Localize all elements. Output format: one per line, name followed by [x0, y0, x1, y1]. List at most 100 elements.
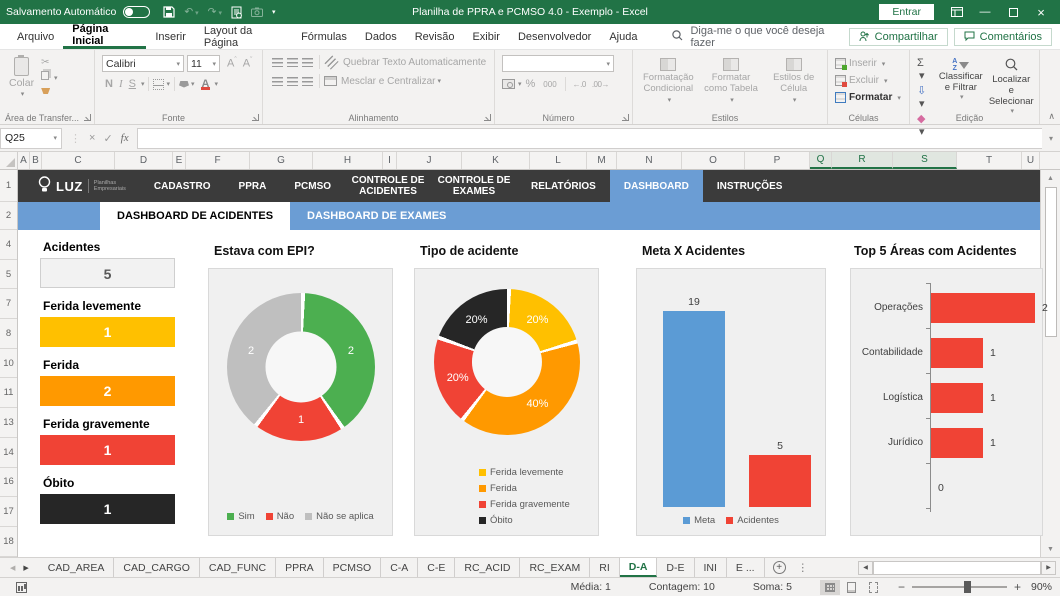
sort-filter-button[interactable]: AZ Classificar e Filtrar▾ — [938, 58, 983, 109]
normal-view-button[interactable] — [820, 580, 840, 595]
sheet-tab-cad-cargo[interactable]: CAD_CARGO — [114, 558, 200, 577]
merge-center-button[interactable]: Mesclar e Centralizar — [341, 76, 435, 87]
row-header-4[interactable]: 4 — [0, 230, 17, 260]
column-header-j[interactable]: J — [397, 152, 462, 169]
kpi-value-ferida[interactable]: 2 — [40, 376, 175, 406]
orientation-icon[interactable] — [324, 55, 338, 69]
column-header-g[interactable]: G — [250, 152, 313, 169]
expand-formula-bar-icon[interactable]: ▾ — [1042, 134, 1060, 143]
maximize-button[interactable] — [1000, 0, 1026, 24]
align-top-icon[interactable] — [272, 58, 283, 67]
sheet-tab-cad-area[interactable]: CAD_AREA — [39, 558, 115, 577]
column-header-s[interactable]: S — [893, 152, 957, 169]
grow-font-button[interactable]: Aˆ — [224, 57, 240, 70]
cut-icon[interactable]: ✂ — [41, 58, 57, 68]
column-header-n[interactable]: N — [617, 152, 682, 169]
scroll-up-icon[interactable]: ▲ — [1041, 170, 1060, 186]
column-header-q[interactable]: Q — [810, 152, 832, 169]
wrap-text-button[interactable]: Quebrar Texto Automaticamente — [343, 57, 486, 68]
ribbon-tab-dados[interactable]: Dados — [356, 24, 406, 49]
subnav-tab-dashboard-de-exames[interactable]: DASHBOARD DE EXAMES — [290, 202, 463, 230]
row-header-17[interactable]: 17 — [0, 497, 17, 527]
align-left-icon[interactable] — [272, 77, 283, 86]
sheet-tab-c-a[interactable]: C-A — [381, 558, 418, 577]
format-painter-icon[interactable] — [41, 87, 57, 97]
percent-style-button[interactable]: % — [526, 78, 536, 90]
kpi-value-ferida-levemente[interactable]: 1 — [40, 317, 175, 347]
share-button[interactable]: Compartilhar — [849, 28, 948, 46]
autosave-toggle[interactable] — [123, 6, 150, 18]
page-break-view-button[interactable] — [864, 580, 884, 595]
chart-panel-epi[interactable]: 212SimNãoNão se aplica — [208, 268, 393, 536]
column-header-b[interactable]: B — [30, 152, 42, 169]
font-dialog-launcher[interactable] — [252, 114, 259, 121]
column-header-a[interactable]: A — [18, 152, 30, 169]
row-header-8[interactable]: 8 — [0, 319, 17, 349]
comma-style-button[interactable]: 000 — [543, 80, 556, 89]
ribbon-tab-exibir[interactable]: Exibir — [463, 24, 509, 49]
collapse-ribbon-icon[interactable]: ∧ — [1048, 111, 1055, 122]
format-as-table-button[interactable]: Formatar como Tabela▾ — [703, 58, 760, 109]
column-header-k[interactable]: K — [462, 152, 530, 169]
next-sheet-icon[interactable]: ▶ — [23, 564, 28, 572]
font-color-icon[interactable]: A — [199, 78, 213, 90]
clipboard-dialog-launcher[interactable] — [84, 114, 91, 121]
prev-sheet-icon[interactable]: ◀ — [10, 564, 15, 572]
sheet-tab-d-a[interactable]: D-A — [620, 558, 658, 577]
ribbon-tab-formulas[interactable]: Fórmulas — [292, 24, 356, 49]
conditional-formatting-button[interactable]: Formatação Condicional▾ — [640, 58, 697, 109]
ribbon-tab-ajuda[interactable]: Ajuda — [600, 24, 646, 49]
underline-button[interactable]: S — [126, 78, 139, 90]
copy-icon[interactable]: ▾ — [41, 71, 57, 84]
column-header-t[interactable]: T — [957, 152, 1022, 169]
align-center-icon[interactable] — [287, 77, 298, 86]
ribbon-display-options-icon[interactable] — [944, 0, 970, 24]
nav-item-instrucoes[interactable]: INSTRUÇÕES — [703, 170, 797, 202]
row-header-5[interactable]: 5 — [0, 260, 17, 290]
fill-color-icon[interactable] — [179, 81, 189, 88]
column-header-r[interactable]: R — [832, 152, 893, 169]
kpi-value-acidentes[interactable]: 5 — [40, 258, 175, 288]
font-size-select[interactable]: 11▾ — [187, 55, 220, 72]
sheet-tab-c-e[interactable]: C-E — [418, 558, 455, 577]
horizontal-scrollbar[interactable]: ◀ ▶ — [858, 558, 1060, 577]
tabs-overflow-icon[interactable]: ⋮ — [794, 558, 813, 577]
paste-button[interactable]: Colar▾ — [9, 57, 34, 98]
row-header-2[interactable]: 2 — [0, 202, 17, 230]
ribbon-tab-arquivo[interactable]: Arquivo — [8, 24, 63, 49]
sheet-tab-rc-acid[interactable]: RC_ACID — [455, 558, 520, 577]
new-sheet-button[interactable]: + — [765, 558, 794, 577]
kpi-value-ferida-gravemente[interactable]: 1 — [40, 435, 175, 465]
align-middle-icon[interactable] — [287, 58, 298, 67]
sheet-tab-ppra[interactable]: PPRA — [276, 558, 324, 577]
number-dialog-launcher[interactable] — [622, 114, 629, 121]
row-header-10[interactable]: 10 — [0, 349, 17, 379]
column-header-e[interactable]: E — [173, 152, 186, 169]
scroll-left-icon[interactable]: ◀ — [858, 561, 873, 575]
nav-item-controle-de-exames[interactable]: CONTROLE DE EXAMES — [431, 170, 517, 202]
horizontal-scroll-track[interactable] — [873, 561, 1041, 575]
column-header-f[interactable]: F — [186, 152, 250, 169]
row-header-18[interactable]: 18 — [0, 527, 17, 557]
increase-decimal-icon[interactable]: ←.0 — [573, 80, 586, 89]
nav-item-cadastro[interactable]: CADASTRO — [140, 170, 225, 202]
close-button[interactable]: × — [1028, 0, 1054, 24]
scroll-right-icon[interactable]: ▶ — [1041, 561, 1056, 575]
nav-item-ppra[interactable]: PPRA — [225, 170, 281, 202]
nav-item-relatorios[interactable]: RELATÓRIOS — [517, 170, 610, 202]
ribbon-tab-layout-da-pagina[interactable]: Layout da Página — [195, 24, 292, 49]
borders-icon[interactable] — [153, 79, 164, 90]
chart-panel-meta-acidentes[interactable]: 195MetaAcidentes — [636, 268, 826, 536]
column-header-p[interactable]: P — [745, 152, 810, 169]
chart-panel-tipo-acidente[interactable]: 20%40%20%20%Ferida levementeFeridaFerida… — [414, 268, 599, 536]
autosum-icon[interactable]: Σ ▾ — [917, 57, 933, 83]
minimize-button[interactable]: — — [972, 0, 998, 24]
comments-button[interactable]: Comentários — [954, 28, 1052, 46]
decrease-decimal-icon[interactable]: .00→ — [592, 80, 609, 89]
row-header-13[interactable]: 13 — [0, 408, 17, 438]
subnav-tab-dashboard-de-acidentes[interactable]: DASHBOARD DE ACIDENTES — [100, 202, 290, 230]
tell-me-search[interactable]: Diga-me o que você deseja fazer — [672, 24, 848, 49]
kpi-value-obito[interactable]: 1 — [40, 494, 175, 524]
redo-icon[interactable]: ↷▾ — [208, 6, 222, 18]
document-check-icon[interactable] — [231, 6, 242, 19]
